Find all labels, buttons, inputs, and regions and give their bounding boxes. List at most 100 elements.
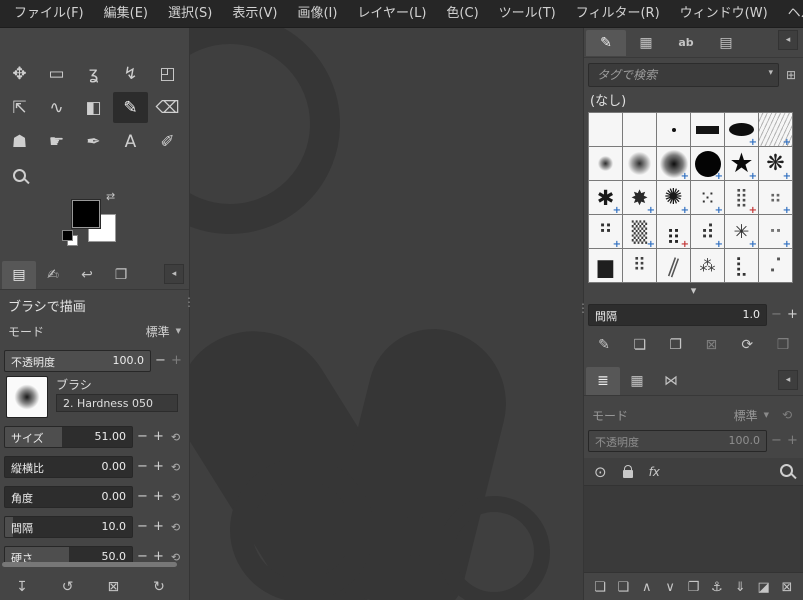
brush-cell[interactable] xyxy=(759,249,792,282)
param-decrease-button[interactable]: − xyxy=(136,456,149,478)
visibility-eye-icon[interactable]: ⊙ xyxy=(594,463,607,481)
opacity-decrease-button[interactable]: − xyxy=(154,350,167,372)
left-panel-resize-handle[interactable]: ⋮ xyxy=(183,296,195,308)
expand-grid-button[interactable]: ▾ xyxy=(584,284,803,300)
menu-item[interactable]: ウィンドウ(W) xyxy=(670,0,778,28)
brush-spacing-decrease-button[interactable]: − xyxy=(770,304,783,326)
tool-transform[interactable]: ⇱ xyxy=(2,92,37,123)
opacity-increase-button[interactable]: + xyxy=(170,350,183,372)
brush-name[interactable]: 2. Hardness 050 xyxy=(56,394,178,412)
dockable-tab-gradients[interactable]: ▤ xyxy=(706,30,746,56)
panel-menu-button[interactable]: ◂ xyxy=(164,264,184,284)
brush-cell[interactable]: + xyxy=(759,113,792,146)
menu-item[interactable]: フィルター(R) xyxy=(566,0,670,28)
refresh-brushes-button[interactable]: ⟳ xyxy=(739,337,755,353)
param-reset-button[interactable]: ⟲ xyxy=(168,431,183,444)
brush-cell[interactable]: + xyxy=(691,181,724,214)
brush-spacing-increase-button[interactable]: + xyxy=(786,304,799,326)
dockable-tab-fonts[interactable]: ab xyxy=(666,30,706,56)
right-panel-resize-handle[interactable]: ⋮ xyxy=(577,302,589,314)
param-increase-button[interactable]: + xyxy=(152,486,165,508)
toolbox-tab-tool-options[interactable]: ▤ xyxy=(2,261,36,289)
param-reset-button[interactable]: ⟲ xyxy=(168,491,183,504)
reset-options-button[interactable]: ↻ xyxy=(151,579,167,595)
param-decrease-button[interactable]: − xyxy=(136,486,149,508)
new-layer-button[interactable]: ❏ xyxy=(592,580,608,595)
toolbox-tab-images[interactable]: ❐ xyxy=(104,261,138,289)
brush-cell[interactable]: + xyxy=(589,215,622,248)
brush-cell[interactable]: + xyxy=(725,181,758,214)
new-group-button[interactable]: ❑ xyxy=(615,580,631,595)
save-options-button[interactable]: ↧ xyxy=(14,579,30,595)
opacity-slider[interactable]: 不透明度 100.0 xyxy=(4,350,151,372)
menu-item[interactable]: 表示(V) xyxy=(222,0,287,28)
tool-move[interactable]: ✥ xyxy=(2,58,37,89)
menu-item[interactable]: 画像(I) xyxy=(287,0,347,28)
menu-item[interactable]: 選択(S) xyxy=(158,0,222,28)
dockable-tab-channels[interactable]: ▦ xyxy=(620,367,654,395)
param-increase-button[interactable]: + xyxy=(152,516,165,538)
mode-switch-icon[interactable]: ⟲ xyxy=(779,408,795,422)
brush-cell[interactable]: + xyxy=(589,181,622,214)
duplicate-layer-button[interactable]: ❐ xyxy=(686,580,702,595)
param-decrease-button[interactable]: − xyxy=(136,546,149,562)
brush-cell[interactable]: + xyxy=(725,215,758,248)
toolbox-tab-device-status[interactable]: ✍ xyxy=(36,261,70,289)
brush-cell[interactable]: + xyxy=(691,147,724,180)
brush-cell[interactable]: + xyxy=(657,147,690,180)
menu-item[interactable]: 編集(E) xyxy=(94,0,158,28)
raise-layer-button[interactable]: ∧ xyxy=(639,580,655,595)
brush-cell[interactable]: + xyxy=(759,215,792,248)
lower-layer-button[interactable]: ∨ xyxy=(662,580,678,595)
delete-layer-button[interactable]: ⊠ xyxy=(779,580,795,595)
merge-down-button[interactable]: ⇓ xyxy=(732,580,748,595)
menu-item[interactable]: ツール(T) xyxy=(489,0,566,28)
tool-text[interactable]: A xyxy=(113,126,148,157)
param-slider[interactable]: 硬さ 50.0 xyxy=(4,546,133,562)
tool-paintbrush[interactable]: ✎ xyxy=(113,92,148,123)
dockable-tab-layers[interactable]: ≣ xyxy=(586,367,620,395)
fx-label[interactable]: fx xyxy=(649,465,660,479)
menu-item[interactable]: ヘルプ(H) xyxy=(778,0,803,28)
tool-paths[interactable]: ✒ xyxy=(76,126,111,157)
anchor-layer-button[interactable]: ⚓ xyxy=(709,580,725,595)
brush-cell[interactable]: + xyxy=(657,215,690,248)
param-reset-button[interactable]: ⟲ xyxy=(168,551,183,563)
lock-icon[interactable] xyxy=(622,464,633,478)
brush-cell[interactable]: + xyxy=(725,147,758,180)
foreground-color-swatch[interactable] xyxy=(72,200,100,228)
dockable-tab-patterns[interactable]: ▦ xyxy=(626,30,666,56)
brush-spacing-slider[interactable]: 間隔 1.0 xyxy=(588,304,767,326)
brush-cell[interactable]: + xyxy=(691,215,724,248)
delete-brush-button[interactable]: ⊠ xyxy=(703,337,719,353)
grid-view-icon[interactable]: ⊞ xyxy=(783,68,799,82)
default-colors-icon[interactable] xyxy=(62,230,73,241)
param-increase-button[interactable]: + xyxy=(152,456,165,478)
panel-menu-button[interactable]: ◂ xyxy=(778,370,798,390)
tool-crop[interactable]: ◰ xyxy=(150,58,185,89)
brush-cell[interactable]: + xyxy=(623,215,656,248)
brush-cell[interactable] xyxy=(589,113,622,146)
param-slider[interactable]: 角度 0.00 xyxy=(4,486,133,508)
delete-options-button[interactable]: ⊠ xyxy=(105,579,121,595)
menu-item[interactable]: ファイル(F) xyxy=(4,0,94,28)
menu-item[interactable]: レイヤー(L) xyxy=(347,0,436,28)
layers-list[interactable] xyxy=(584,486,803,573)
param-slider[interactable]: 縦横比 0.00 xyxy=(4,456,133,478)
tool-clone[interactable]: ☗ xyxy=(2,126,37,157)
brush-cell[interactable] xyxy=(725,249,758,282)
paint-mode-dropdown[interactable]: 標準 ▼ xyxy=(146,323,181,340)
tool-eraser[interactable]: ⌫ xyxy=(150,92,185,123)
brush-cell[interactable] xyxy=(691,249,724,282)
toolbox-tab-undo-history[interactable]: ↩ xyxy=(70,261,104,289)
dockable-tab-brushes[interactable]: ✎ xyxy=(586,29,626,56)
brush-cell[interactable] xyxy=(691,113,724,146)
panel-menu-button[interactable]: ◂ xyxy=(778,30,798,50)
layer-opacity-slider[interactable]: 不透明度 100.0 xyxy=(588,430,767,452)
brush-preview[interactable] xyxy=(6,376,48,418)
tool-zoom[interactable] xyxy=(2,160,37,191)
edit-brush-button[interactable]: ✎ xyxy=(596,337,612,353)
chevron-down-icon[interactable]: ▾ xyxy=(768,68,773,78)
search-layers-icon[interactable] xyxy=(780,463,793,480)
new-brush-button[interactable]: ❏ xyxy=(632,337,648,353)
